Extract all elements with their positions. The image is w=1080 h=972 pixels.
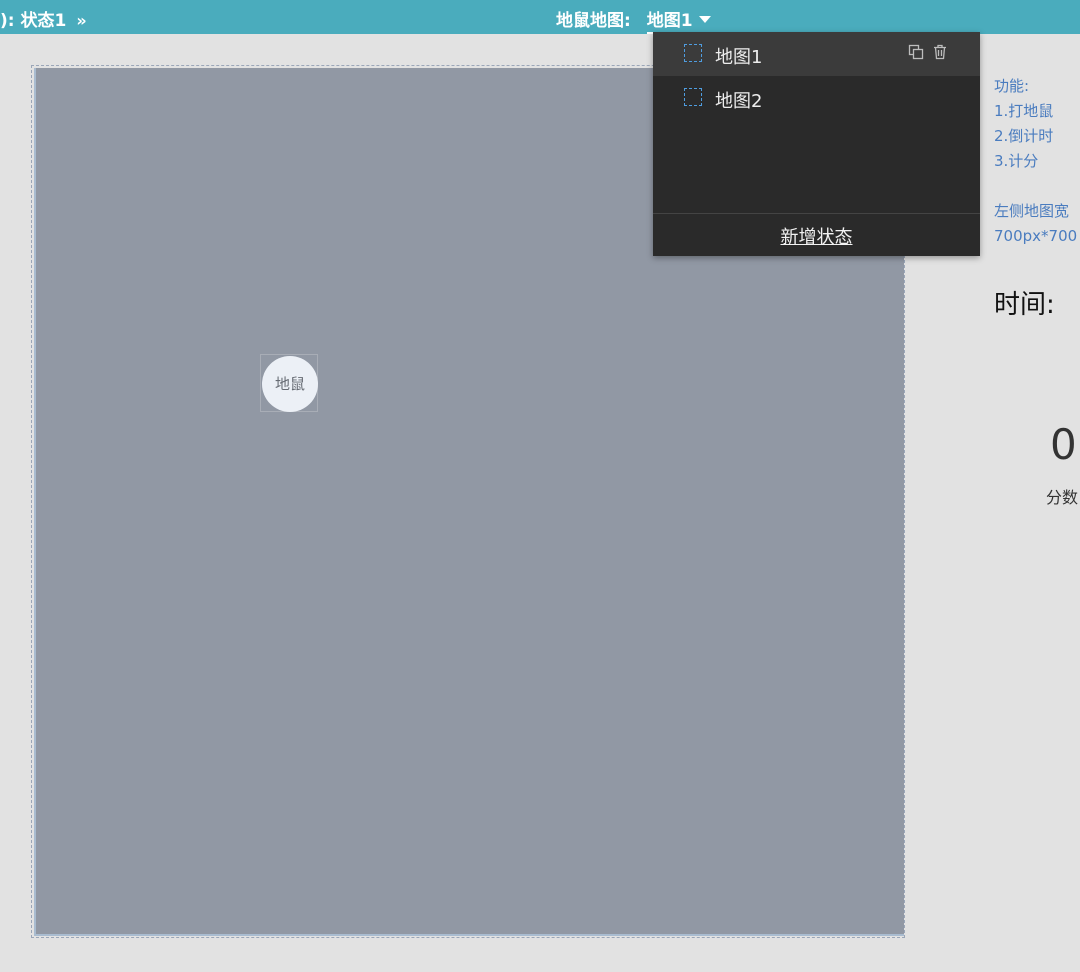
item-tools	[908, 44, 956, 63]
top-bar: ): 状态1 » 地鼠地图: 地图1	[0, 0, 1080, 34]
dropdown-footer: 新增状态	[653, 213, 980, 257]
caret-down-icon[interactable]	[698, 16, 711, 23]
mole-widget[interactable]: 地鼠	[260, 354, 318, 412]
dropdown-item-map1[interactable]: 地图1	[653, 32, 980, 76]
note-line: 左侧地图宽	[994, 202, 1070, 220]
chevron-right-icon[interactable]: »	[76, 11, 86, 30]
trash-icon[interactable]	[932, 44, 948, 60]
state-breadcrumb-label: ): 状态1	[0, 11, 67, 31]
add-state-button[interactable]: 新增状态	[781, 223, 853, 249]
time-label: 时间:	[994, 290, 1055, 320]
state-dropdown-menu: 地图1 地图2 新增状态	[653, 32, 980, 256]
dropdown-item-label: 地图2	[715, 91, 763, 112]
score-value: 0	[1050, 420, 1077, 469]
feature-item: 2.倒计时	[994, 127, 1054, 145]
state-breadcrumb[interactable]: ): 状态1 »	[0, 6, 87, 31]
map-state-switcher: 地鼠地图: 地图1	[556, 6, 711, 34]
features-title: 功能:	[994, 77, 1030, 95]
dropdown-item-label: 地图1	[715, 47, 763, 68]
state-frame-icon	[684, 88, 702, 106]
state-frame-icon	[684, 44, 702, 62]
note-line: 700px*700	[994, 227, 1078, 245]
state-select[interactable]: 地图1	[646, 6, 711, 34]
mole-button[interactable]: 地鼠	[262, 356, 318, 412]
score-label: 分数	[1046, 488, 1079, 507]
duplicate-icon[interactable]	[908, 44, 924, 60]
map-state-label: 地鼠地图:	[556, 11, 631, 31]
feature-item: 3.计分	[994, 152, 1039, 170]
dropdown-item-map2[interactable]: 地图2	[653, 76, 980, 120]
notes-panel: 功能: 1.打地鼠 2.倒计时 3.计分 左侧地图宽 700px*700	[994, 74, 1077, 249]
feature-item: 1.打地鼠	[994, 102, 1054, 120]
current-state-label: 地图1	[646, 11, 693, 31]
